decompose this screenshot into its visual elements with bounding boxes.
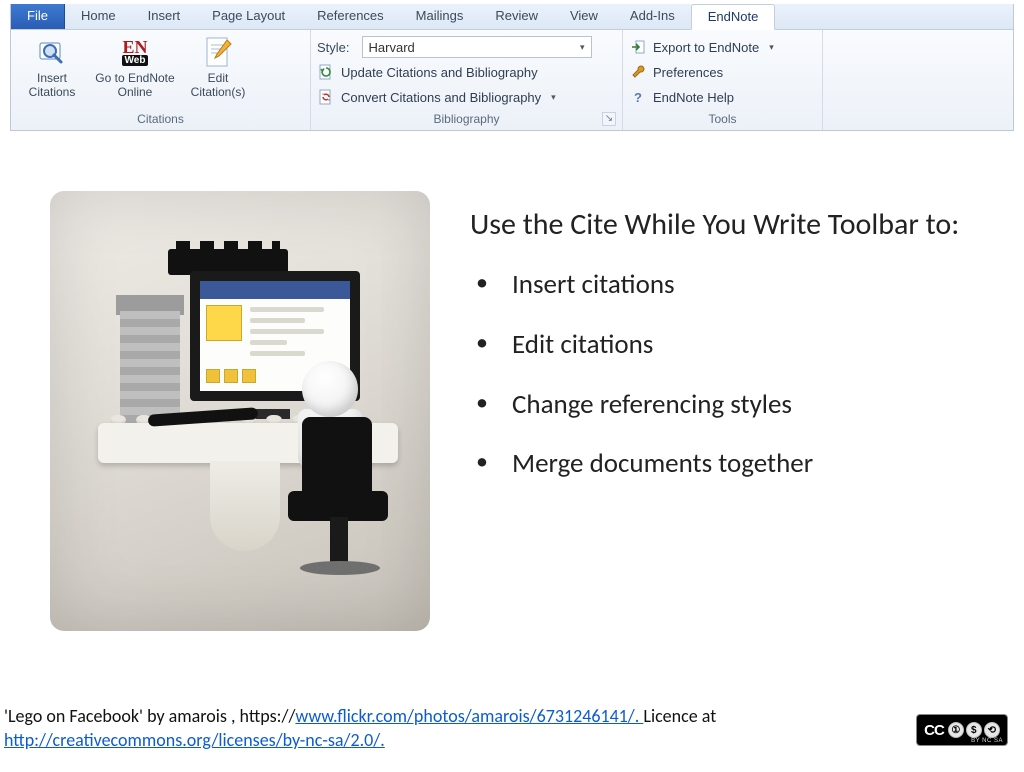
tab-file[interactable]: File — [11, 4, 65, 29]
wrench-icon — [629, 63, 647, 81]
export-to-endnote-label: Export to EndNote — [653, 40, 759, 55]
chevron-down-icon: ▾ — [580, 42, 585, 53]
cc-logo-icon: CC — [924, 722, 944, 739]
update-citations-label: Update Citations and Bibliography — [341, 65, 538, 80]
preferences-label: Preferences — [653, 65, 723, 80]
cc-sa-icon: ⟲ — [984, 722, 1000, 738]
export-icon — [629, 38, 647, 56]
magnifier-icon — [35, 36, 69, 70]
insert-citations-button[interactable]: Insert Citations — [17, 34, 87, 100]
style-dropdown[interactable]: Harvard ▾ — [362, 36, 592, 58]
edit-citations-button[interactable]: Edit Citation(s) — [183, 34, 253, 100]
slide-heading: Use the Cite While You Write Toolbar to: — [470, 205, 984, 244]
list-item: Insert citations — [470, 268, 984, 328]
tab-references[interactable]: References — [301, 4, 399, 29]
list-item: Change referencing styles — [470, 388, 984, 448]
tab-insert[interactable]: Insert — [132, 4, 197, 29]
group-bibliography-label: Bibliography — [433, 112, 499, 126]
tab-review[interactable]: Review — [479, 4, 554, 29]
tab-pagelayout[interactable]: Page Layout — [196, 4, 301, 29]
chevron-down-icon: ▾ — [769, 42, 774, 53]
lego-photo — [50, 191, 430, 631]
insert-citations-label: Insert Citations — [19, 72, 85, 100]
slide-content: Use the Cite While You Write Toolbar to:… — [0, 131, 1024, 631]
style-label: Style: — [317, 40, 350, 55]
help-icon: ? — [629, 88, 647, 106]
attrib-link-cc[interactable]: http://creativecommons.org/licenses/by-n… — [4, 729, 385, 751]
tab-mailings[interactable]: Mailings — [400, 4, 480, 29]
export-to-endnote-button[interactable]: Export to EndNote ▾ — [629, 36, 816, 58]
dialog-launcher-icon[interactable]: ↘ — [602, 112, 616, 126]
tab-addins[interactable]: Add-Ins — [614, 4, 691, 29]
convert-citations-button[interactable]: Convert Citations and Bibliography ▾ — [317, 86, 616, 108]
cc-license-badge: CC ① $ ⟲ BY NC SA — [916, 714, 1008, 746]
cc-sub-label: BY NC SA — [971, 738, 1003, 744]
cc-by-icon: ① — [948, 722, 964, 738]
tab-home[interactable]: Home — [65, 4, 132, 29]
edit-page-icon — [201, 36, 235, 70]
preferences-button[interactable]: Preferences — [629, 61, 816, 83]
convert-citations-label: Convert Citations and Bibliography — [341, 90, 541, 105]
group-bibliography: Style: Harvard ▾ Update Citations and Bi… — [311, 30, 623, 130]
list-item: Merge documents together — [470, 447, 984, 507]
goto-endnote-online-label: Go to EndNote Online — [89, 72, 181, 100]
feature-list: Insert citations Edit citations Change r… — [470, 268, 984, 507]
attrib-prefix: 'Lego on Facebook' by amarois , https:// — [4, 705, 295, 727]
tab-endnote[interactable]: EndNote — [691, 4, 776, 30]
group-tools: Export to EndNote ▾ Preferences ? EndNot… — [623, 30, 823, 130]
cc-nc-icon: $ — [966, 722, 982, 738]
group-tools-label: Tools — [623, 110, 822, 130]
attrib-mid: Licence at — [643, 705, 716, 727]
text-column: Use the Cite While You Write Toolbar to:… — [470, 191, 984, 631]
endnote-web-icon: EN Web — [118, 36, 152, 70]
chevron-down-icon: ▾ — [551, 92, 556, 103]
update-citations-button[interactable]: Update Citations and Bibliography — [317, 61, 616, 83]
goto-endnote-online-button[interactable]: EN Web Go to EndNote Online — [87, 34, 183, 100]
group-citations: Insert Citations EN Web Go to EndNote On… — [11, 30, 311, 130]
tab-view[interactable]: View — [554, 4, 614, 29]
group-citations-label: Citations — [11, 110, 310, 130]
endnote-help-button[interactable]: ? EndNote Help — [629, 86, 816, 108]
ribbon-body: Insert Citations EN Web Go to EndNote On… — [11, 30, 1013, 130]
style-value: Harvard — [369, 40, 415, 55]
list-item: Edit citations — [470, 328, 984, 388]
convert-page-icon — [317, 88, 335, 106]
attrib-link-flickr[interactable]: www.flickr.com/photos/amarois/6731246141… — [295, 705, 643, 727]
ribbon: File Home Insert Page Layout References … — [10, 4, 1014, 131]
attribution-text: 'Lego on Facebook' by amarois , https://… — [4, 705, 716, 752]
endnote-help-label: EndNote Help — [653, 90, 734, 105]
ribbon-tabs: File Home Insert Page Layout References … — [11, 4, 1013, 30]
edit-citations-label: Edit Citation(s) — [185, 72, 251, 100]
refresh-page-icon — [317, 63, 335, 81]
